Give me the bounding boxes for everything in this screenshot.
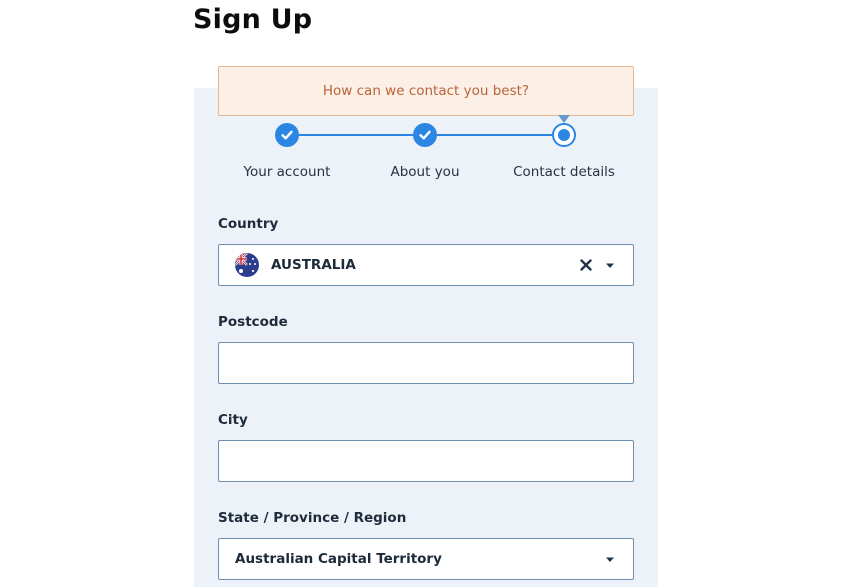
- step-label-about-you[interactable]: About you: [390, 164, 459, 180]
- australia-flag-icon: [235, 253, 259, 277]
- state-selected-value: Australian Capital Territory: [235, 551, 442, 567]
- postcode-label: Postcode: [218, 314, 288, 330]
- stepper-connector: [299, 134, 413, 136]
- city-label: City: [218, 412, 248, 428]
- tooltip-arrow: [558, 115, 570, 123]
- step-label-your-account[interactable]: Your account: [244, 164, 331, 180]
- step-label-contact-details: Contact details: [513, 164, 615, 180]
- stepper-connector: [437, 134, 552, 136]
- step-contact-details-current-icon: [552, 123, 576, 147]
- checkmark-icon: [281, 130, 293, 140]
- state-label: State / Province / Region: [218, 510, 407, 526]
- country-label: Country: [218, 216, 279, 232]
- country-select[interactable]: AUSTRALIA: [218, 244, 634, 286]
- current-step-dot: [558, 129, 570, 141]
- checkmark-icon: [419, 130, 431, 140]
- step-about-you-complete-icon[interactable]: [413, 123, 437, 147]
- page-title: Sign Up: [193, 4, 313, 35]
- chevron-down-icon[interactable]: [604, 262, 616, 270]
- clear-selection-icon[interactable]: [579, 258, 593, 272]
- step-tooltip: How can we contact you best?: [218, 66, 634, 116]
- step-your-account-complete-icon[interactable]: [275, 123, 299, 147]
- country-selected-value: AUSTRALIA: [271, 257, 356, 273]
- city-field[interactable]: [218, 440, 634, 482]
- state-select[interactable]: Australian Capital Territory: [218, 538, 634, 580]
- chevron-down-icon[interactable]: [604, 556, 616, 564]
- postcode-field[interactable]: [218, 342, 634, 384]
